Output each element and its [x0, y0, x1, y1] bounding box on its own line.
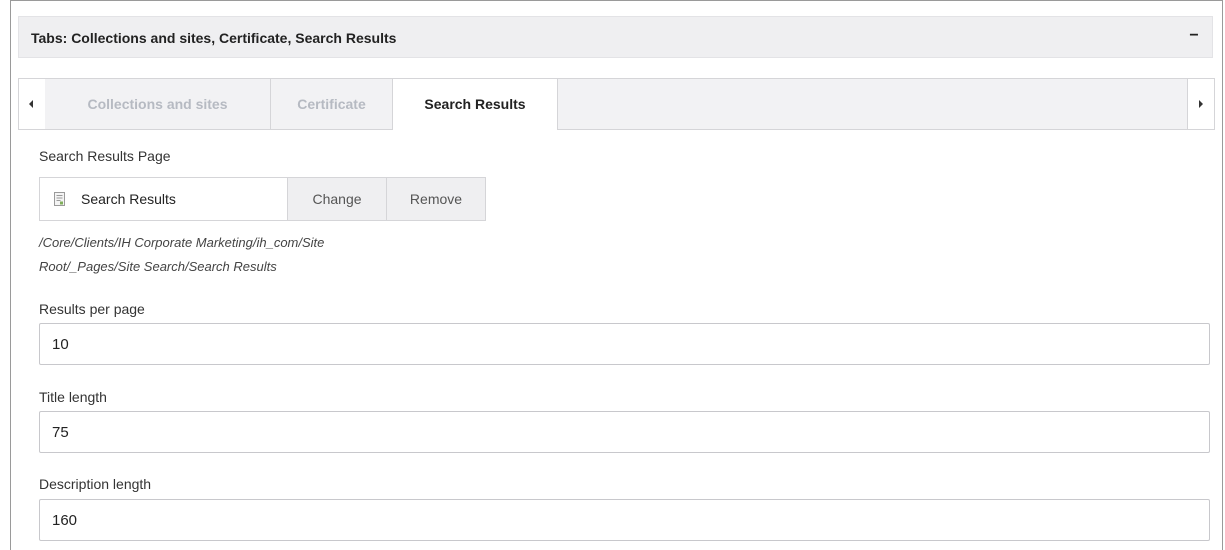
title-length-input[interactable] — [39, 411, 1210, 453]
remove-button[interactable]: Remove — [386, 178, 485, 220]
tab-certificate[interactable]: Certificate — [271, 79, 393, 129]
tab-label: Certificate — [297, 96, 366, 112]
search-results-page-picker: Search Results Change Remove — [39, 177, 486, 221]
tab-bar: Collections and sites Certificate Search… — [18, 78, 1215, 130]
tab-search-results[interactable]: Search Results — [393, 79, 558, 130]
editor-frame: Tabs: Collections and sites, Certificate… — [10, 0, 1223, 550]
description-length-input[interactable] — [39, 499, 1210, 541]
panel-title: Tabs: Collections and sites, Certificate… — [31, 30, 397, 46]
tab-collections-and-sites[interactable]: Collections and sites — [45, 79, 271, 129]
results-per-page-label: Results per page — [39, 301, 145, 317]
change-button[interactable]: Change — [287, 178, 386, 220]
page-path-line: Root/_Pages/Site Search/Search Results — [39, 259, 277, 274]
panel-header[interactable]: Tabs: Collections and sites, Certificate… — [18, 16, 1213, 58]
caret-right-icon — [1199, 100, 1203, 108]
description-length-label: Description length — [39, 476, 152, 492]
tab-prev-button[interactable] — [19, 79, 46, 129]
tab-next-button[interactable] — [1187, 79, 1214, 129]
selected-page-name: Search Results — [81, 191, 176, 207]
collapse-button[interactable]: − — [1186, 25, 1202, 47]
results-per-page-input[interactable] — [39, 323, 1210, 365]
page-path: /Core/Clients/IH Corporate Marketing/ih_… — [39, 231, 479, 279]
document-page-icon — [54, 192, 65, 206]
search-results-page-label: Search Results Page — [39, 148, 171, 164]
caret-left-icon — [29, 100, 33, 108]
tab-label: Search Results — [424, 96, 526, 112]
tab-label: Collections and sites — [87, 96, 228, 112]
title-length-label: Title length — [39, 389, 107, 405]
page-path-line: /Core/Clients/IH Corporate Marketing/ih_… — [39, 235, 325, 250]
